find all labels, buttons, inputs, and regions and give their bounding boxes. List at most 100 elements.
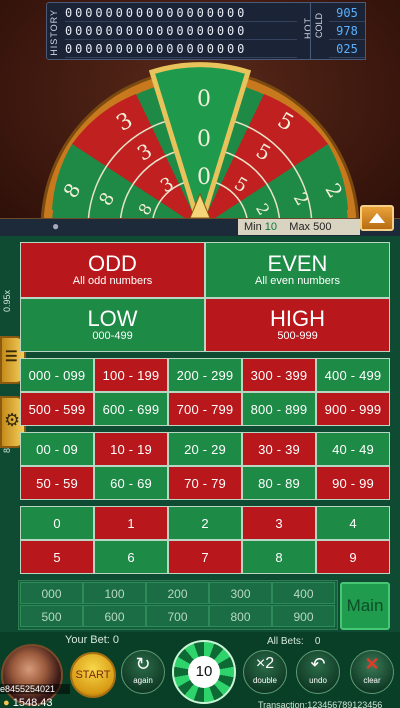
bet-range[interactable]: 00 - 09 (20, 432, 94, 466)
bet-hundred[interactable]: 100 (83, 582, 146, 604)
bet-low[interactable]: LOW 000-499 (20, 298, 205, 352)
double-label: double (252, 676, 278, 685)
bet-hundred[interactable]: 200 (146, 582, 209, 604)
all-bets-value: 0 (314, 636, 321, 647)
repeat-icon: ↻ (135, 654, 151, 674)
bet-range[interactable]: 000 - 099 (20, 358, 94, 392)
bet-even-sub: All even numbers (255, 274, 340, 287)
bet-limits: Min 10 Max 500 (238, 219, 360, 235)
menu-icon: ☰ (5, 348, 18, 364)
player-id: e8455254021 (0, 684, 70, 694)
again-label: again (133, 676, 153, 685)
cold-panel: COLD 905 978 025 (310, 2, 366, 60)
clear-button[interactable]: ✕ clear (350, 650, 394, 694)
bet-low-sub: 000-499 (92, 329, 133, 342)
coin-icon: ● (3, 697, 10, 708)
all-bets-label: All Bets: (267, 636, 304, 647)
your-bet: Your Bet: 0 (65, 634, 119, 646)
max-value: 500 (313, 221, 332, 233)
bet-digit[interactable]: 8 (242, 540, 316, 574)
bet-range[interactable]: 90 - 99 (316, 466, 390, 500)
wheel-digit: 0 (197, 165, 211, 190)
history-row: 000000000000000000 (65, 22, 297, 40)
cold-number: 025 (329, 40, 365, 58)
bet-range[interactable]: 700 - 799 (168, 392, 242, 426)
bet-digit[interactable]: 3 (242, 506, 316, 540)
chip-selector[interactable]: 10 (172, 640, 236, 704)
bet-even[interactable]: EVEN All even numbers (205, 242, 390, 298)
number-wheel: 0 0 0 3 3 3 8 8 8 5 5 5 2 2 2 (40, 62, 360, 220)
bet-range[interactable]: 200 - 299 (168, 358, 242, 392)
gear-icon: ⚙ (4, 410, 21, 430)
bet-odd-title: ODD (88, 250, 137, 276)
bet-range[interactable]: 100 - 199 (94, 358, 168, 392)
bet-digit[interactable]: 2 (168, 506, 242, 540)
double-button[interactable]: ×2 double (243, 650, 287, 694)
bet-odd-sub: All odd numbers (72, 274, 153, 287)
history-row: 000000000000000000 (65, 4, 297, 22)
bet-high-sub: 500-999 (277, 329, 318, 342)
bet-digit[interactable]: 0 (20, 506, 94, 540)
bet-hundred[interactable]: 000 (20, 582, 83, 604)
main-button[interactable]: Main (340, 582, 390, 630)
bet-digit[interactable]: 1 (94, 506, 168, 540)
bet-range[interactable]: 30 - 39 (242, 432, 316, 466)
clear-label: clear (363, 676, 381, 685)
player-icon: ● (52, 219, 60, 233)
bet-range[interactable]: 900 - 999 (316, 392, 390, 426)
wheel-digit: 0 (197, 87, 211, 112)
undo-button[interactable]: ↶ undo (296, 650, 340, 694)
undo-icon: ↶ (310, 654, 326, 674)
balance: ● 1548.43 (3, 697, 52, 708)
bet-low-title: LOW (87, 305, 138, 331)
bet-range[interactable]: 70 - 79 (168, 466, 242, 500)
bet-range[interactable]: 40 - 49 (316, 432, 390, 466)
min-label: Min (244, 221, 262, 233)
bet-hundred[interactable]: 400 (272, 582, 335, 604)
bet-range[interactable]: 60 - 69 (94, 466, 168, 500)
bet-digit[interactable]: 5 (20, 540, 94, 574)
bet-hundred[interactable]: 800 (209, 605, 272, 627)
bet-range[interactable]: 800 - 899 (242, 392, 316, 426)
arrow-up-icon (369, 213, 385, 223)
history-row: 000000000000000000 (65, 40, 297, 58)
bet-range[interactable]: 20 - 29 (168, 432, 242, 466)
bet-hundred[interactable]: 700 (146, 605, 209, 627)
bet-range[interactable]: 80 - 89 (242, 466, 316, 500)
your-bet-label: Your Bet: (65, 634, 110, 646)
bet-high-title: HIGH (270, 305, 325, 331)
bet-range[interactable]: 50 - 59 (20, 466, 94, 500)
chip-value: 10 (188, 656, 220, 688)
bet-digit[interactable]: 4 (316, 506, 390, 540)
balance-value: 1548.43 (12, 697, 53, 708)
bet-range[interactable]: 400 - 499 (316, 358, 390, 392)
bet-range[interactable]: 500 - 599 (20, 392, 94, 426)
your-bet-value: 0 (112, 634, 120, 646)
history-label: HISTORY (49, 9, 59, 56)
close-icon: ✕ (364, 654, 380, 674)
bet-digit[interactable]: 9 (316, 540, 390, 574)
bet-hundred[interactable]: 300 (209, 582, 272, 604)
min-value: 10 (264, 221, 278, 233)
bet-hundred[interactable]: 500 (20, 605, 83, 627)
cold-numbers: 905 978 025 (329, 4, 365, 58)
undo-label: undo (309, 676, 327, 685)
bet-high[interactable]: HIGH 500-999 (205, 298, 390, 352)
max-label: Max (289, 221, 311, 233)
again-button[interactable]: ↻ again (121, 650, 165, 694)
bet-range[interactable]: 600 - 699 (94, 392, 168, 426)
bet-hundred[interactable]: 600 (83, 605, 146, 627)
bet-hundred[interactable]: 900 (272, 605, 335, 627)
cold-number: 978 (329, 22, 365, 40)
bet-even-title: EVEN (267, 250, 328, 276)
bet-range[interactable]: 300 - 399 (242, 358, 316, 392)
bet-digit[interactable]: 6 (94, 540, 168, 574)
cold-number: 905 (329, 4, 365, 22)
bet-range[interactable]: 10 - 19 (94, 432, 168, 466)
collapse-button[interactable] (360, 205, 394, 231)
bet-digit[interactable]: 7 (168, 540, 242, 574)
start-button[interactable]: START (70, 652, 116, 698)
bet-odd[interactable]: ODD All odd numbers (20, 242, 205, 298)
wheel-digit: 0 (197, 127, 211, 152)
history-rows: 000000000000000000 000000000000000000 00… (65, 4, 297, 58)
